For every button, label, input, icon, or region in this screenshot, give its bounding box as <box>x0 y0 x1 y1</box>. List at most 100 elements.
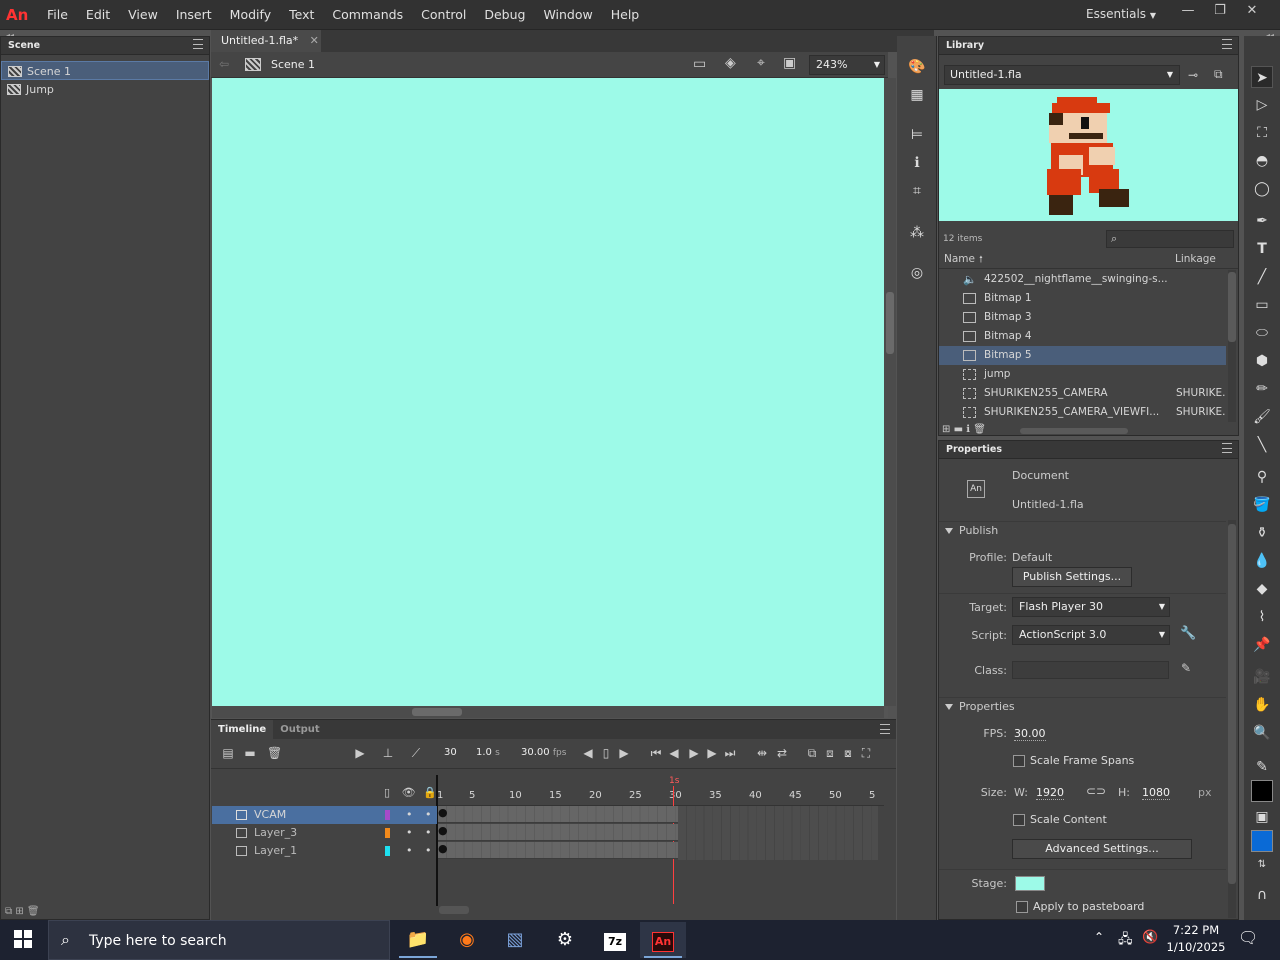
panel-menu-icon[interactable] <box>1222 443 1232 453</box>
stage-vertical-scrollbar[interactable] <box>884 78 896 706</box>
eraser-tool-icon[interactable]: ◆ <box>1251 578 1273 600</box>
layer-visible-dot[interactable]: • <box>406 824 413 842</box>
go-to-last-frame-icon[interactable]: ⏭ <box>723 747 737 760</box>
brush-tool-icon[interactable]: 🖌 <box>1251 406 1273 428</box>
pencil-icon[interactable]: ✎ <box>1181 661 1191 675</box>
lock-icon[interactable]: 🔒 <box>423 786 437 799</box>
width-input[interactable]: 1920 <box>1036 786 1064 800</box>
bone-tool-icon[interactable]: ⚲ <box>1251 466 1273 488</box>
stage-vertical-scroll-thumb[interactable] <box>886 292 894 354</box>
library-search-input[interactable]: ⌕ <box>1106 230 1234 248</box>
library-hscroll-thumb[interactable] <box>1020 428 1128 434</box>
tray-chevron-up-icon[interactable]: ⌃ <box>1094 930 1104 944</box>
panel-menu-icon[interactable] <box>193 39 203 49</box>
menu-control[interactable]: Control <box>412 0 475 30</box>
center-frame-icon[interactable]: ⇹ <box>755 747 769 760</box>
eye-icon[interactable]: 👁 <box>402 786 416 799</box>
tab-output[interactable]: Output <box>273 720 326 739</box>
loop-icon[interactable]: ⇄ <box>775 747 789 760</box>
library-item[interactable]: jump <box>939 365 1226 384</box>
minimize-button[interactable]: — <box>1172 0 1204 24</box>
target-select[interactable]: Flash Player 30 ▼ <box>1012 597 1170 617</box>
scene-item-jump[interactable]: Jump <box>1 80 209 99</box>
new-symbol-icon[interactable]: ⊞ <box>942 424 950 435</box>
menu-help[interactable]: Help <box>602 0 649 30</box>
firefox-icon[interactable]: ◉ <box>444 922 490 958</box>
workspace-switcher[interactable]: Essentials ▼ <box>1086 0 1156 30</box>
camera-tool-icon[interactable]: 🎥 <box>1251 666 1273 688</box>
volume-muted-icon[interactable]: 🔇 <box>1142 930 1158 945</box>
frame-ruler[interactable]: 1 5 10 15 20 25 30 35 40 45 50 5 <box>437 774 884 806</box>
tab-document[interactable]: Untitled-1.fla* ✕ <box>211 30 321 52</box>
new-layer-icon[interactable]: ▤ <box>221 747 235 760</box>
hand-tool-icon[interactable]: ✋ <box>1251 694 1273 716</box>
add-scene-icon[interactable]: ⊞ <box>15 906 23 917</box>
step-forward-icon[interactable]: ▶ <box>705 747 719 760</box>
transform-icon[interactable]: ⌗ <box>906 180 928 202</box>
lasso-tool-icon[interactable]: ◯ <box>1251 178 1273 200</box>
animate-app-icon[interactable]: An <box>640 922 686 958</box>
layer-visible-dot[interactable]: • <box>406 842 413 860</box>
stroke-color-swatch[interactable] <box>1251 780 1273 802</box>
publish-settings-button[interactable]: Publish Settings... <box>1012 567 1132 587</box>
settings-gear-icon[interactable]: ⚙ <box>542 922 588 958</box>
go-to-first-frame-icon[interactable]: ⏮ <box>649 747 663 760</box>
layer-color-swatch[interactable] <box>385 828 390 838</box>
edit-symbol-icon[interactable]: ◈ <box>725 55 736 71</box>
new-folder-icon[interactable]: ▬ <box>243 747 257 760</box>
frame-rate[interactable]: 30.00 fps <box>521 747 566 758</box>
notifications-icon[interactable]: 🗨 <box>1238 928 1258 947</box>
panel-menu-icon[interactable] <box>880 724 890 734</box>
trash-icon[interactable]: 🗑 <box>27 906 40 917</box>
properties-section-toggle[interactable]: Properties <box>945 700 1015 713</box>
layer-lock-dot[interactable]: • <box>425 824 432 842</box>
clip-stage-icon[interactable]: ▣ <box>783 55 796 71</box>
breadcrumb-scene[interactable]: Scene 1 <box>271 58 315 71</box>
restore-button[interactable]: ❐ <box>1204 0 1236 24</box>
close-button[interactable]: ✕ <box>1236 0 1268 24</box>
close-tab-icon[interactable]: ✕ <box>310 34 319 47</box>
stage-horizontal-scrollbar[interactable] <box>212 706 884 718</box>
library-item[interactable]: Bitmap 4 <box>939 327 1226 346</box>
highlight-icon[interactable]: ▯ <box>384 786 390 799</box>
ink-bottle-tool-icon[interactable]: ⚱ <box>1251 522 1273 544</box>
cc-libraries-icon[interactable]: ◎ <box>906 262 928 284</box>
align-icon[interactable]: ⊨ <box>906 124 928 146</box>
swatches-icon[interactable]: ▦ <box>906 84 928 106</box>
library-scroll-thumb[interactable] <box>1228 272 1236 342</box>
library-item[interactable]: 🔈 422502__nightflame__swinging-s... <box>939 270 1226 289</box>
layer-row-layer-3[interactable]: Layer_3 • • <box>212 824 437 842</box>
layer-row-layer-1[interactable]: Layer_1 • • <box>212 842 437 860</box>
layer-lock-dot[interactable]: • <box>425 806 432 824</box>
oval-tool-icon[interactable]: ⬭ <box>1251 322 1273 344</box>
graph-icon[interactable]: ⟋ <box>409 747 423 760</box>
new-folder-icon[interactable]: ▬ <box>954 424 963 435</box>
menu-window[interactable]: Window <box>534 0 601 30</box>
scene-item-scene-1[interactable]: Scene 1 <box>1 61 209 80</box>
subselection-tool-icon[interactable]: ▷ <box>1251 94 1273 116</box>
onion-skin-icon[interactable]: ⧉ <box>805 747 819 760</box>
fill-color-icon[interactable]: ▣ <box>1251 806 1273 828</box>
library-item[interactable]: SHURIKEN255_CAMERA_VIEWFI... SHURIKE. <box>939 403 1226 422</box>
prev-keyframe-icon[interactable]: ◀ <box>581 747 595 760</box>
polystar-tool-icon[interactable]: ⬢ <box>1251 350 1273 372</box>
paint-app-icon[interactable]: ▧ <box>492 922 538 958</box>
rectangle-tool-icon[interactable]: ▭ <box>1251 294 1273 316</box>
taskbar-clock[interactable]: 7:22 PM 1/10/2025 <box>1166 922 1226 956</box>
info-icon[interactable]: ℹ <box>906 152 928 174</box>
color-palette-icon[interactable]: 🎨 <box>906 56 928 78</box>
onion-outline-icon[interactable]: ⧈ <box>823 747 837 760</box>
stage-color-swatch[interactable] <box>1015 876 1045 891</box>
fps-input[interactable]: 30.00 <box>1014 727 1046 741</box>
snap-to-objects-icon[interactable]: ∩ <box>1251 884 1273 906</box>
library-scrollbar[interactable] <box>1228 270 1236 422</box>
paint-brush-tool-icon[interactable]: ╲ <box>1251 434 1273 456</box>
eyedropper-tool-icon[interactable]: 💧 <box>1251 550 1273 572</box>
step-back-icon[interactable]: ◀ <box>667 747 681 760</box>
back-arrow-icon[interactable]: ⇦ <box>219 57 229 71</box>
layer-row-vcam[interactable]: VCAM • • <box>212 806 437 824</box>
stage-canvas[interactable] <box>212 78 884 706</box>
stroke-color-icon[interactable]: ✎ <box>1251 756 1273 778</box>
height-input[interactable]: 1080 <box>1142 786 1170 800</box>
current-time[interactable]: 1.0 s <box>476 747 500 758</box>
